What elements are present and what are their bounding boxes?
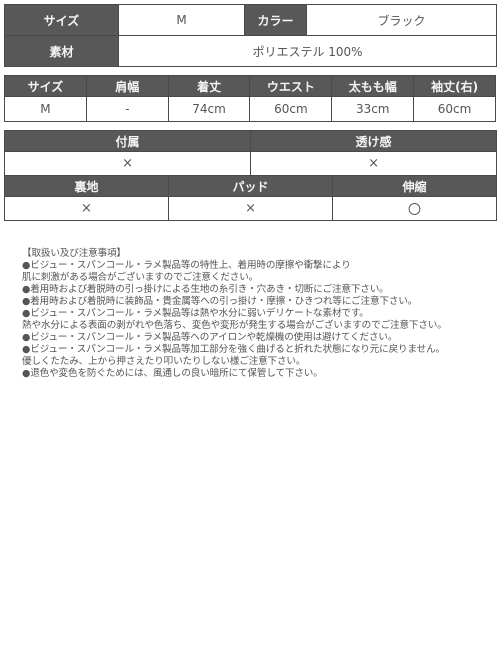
column-header-shoulder: 肩幅 <box>85 75 169 97</box>
care-note-line: ●ビジュー・スパンコール・ラメ製品等は熱や水分に弱いデリケートな素材です。 <box>22 308 369 319</box>
care-note-line: 優しくたたみ、上から押さえたり叩いたりしない様ご注意下さい。 <box>22 356 306 367</box>
column-header-sleeve: 袖丈(右) <box>413 75 496 97</box>
sheerness-label: 透け感 <box>250 130 498 152</box>
stretch-label: 伸縮 <box>332 175 498 197</box>
cell-shoulder: - <box>85 96 169 122</box>
accessories-value: × <box>3 151 252 176</box>
care-notes-title: 【取扱い及び注意事項】 <box>22 248 126 259</box>
padding-label: パッド <box>167 175 334 197</box>
material-label: 素材 <box>4 35 119 67</box>
care-note-line: ●退色や変色を防ぐためには、風通しの良い暗所にて保管して下さい。 <box>22 368 323 379</box>
size-color-row: サイズ M カラー ブラック <box>4 4 497 36</box>
material-row: 素材 ポリエステル 100% <box>4 35 497 67</box>
product-info-table: サイズ M カラー ブラック 素材 ポリエステル 100% <box>4 4 497 67</box>
care-note-line: ●ビジュー・スパンコール・ラメ製品等加工部分を強く曲げると折れた状態になり元に戻… <box>22 344 445 355</box>
lining-label: 裏地 <box>4 175 169 197</box>
features-table: 付属 透け感 × × 裏地 パッド 伸縮 × × 〇 <box>3 130 498 221</box>
care-note-line: ●ビジュー・スパンコール・ラメ製品等の特性上、着用時の摩擦や衝撃により <box>22 260 351 271</box>
cell-sleeve: 60cm <box>413 96 496 122</box>
column-header-thigh: 太もも幅 <box>331 75 415 97</box>
features-value-row-1: × × <box>3 151 498 176</box>
stretch-value: 〇 <box>332 196 498 221</box>
care-note-line: 熱や水分による表面の剥がれや色落ち、変色や変形が発生する場合がございますのでご注… <box>22 320 447 331</box>
care-note-line: 肌に刺激がある場合がございますのでご注意ください。 <box>22 272 259 283</box>
size-value: M <box>118 4 245 36</box>
cell-thigh: 33cm <box>331 96 415 122</box>
features-header-row-1: 付属 透け感 <box>3 130 498 152</box>
column-header-waist: ウエスト <box>249 75 333 97</box>
care-note-line: ●着用時および着脱時の引っ掛けによる生地の糸引き・穴あき・切断にご注意下さい。 <box>22 284 389 295</box>
size-chart-header-row: サイズ 肩幅 着丈 ウエスト 太もも幅 袖丈(右) <box>4 75 496 97</box>
size-chart-table: サイズ 肩幅 着丈 ウエスト 太もも幅 袖丈(右) M - 74cm 60cm … <box>4 75 496 122</box>
column-header-size: サイズ <box>4 75 87 97</box>
color-label: カラー <box>244 4 307 36</box>
features-value-row-2: × × 〇 <box>4 196 498 221</box>
cell-size: M <box>4 96 87 122</box>
care-notes: 【取扱い及び注意事項】 ●ビジュー・スパンコール・ラメ製品等の特性上、着用時の摩… <box>22 248 497 380</box>
cell-length: 74cm <box>167 96 251 122</box>
accessories-label: 付属 <box>3 130 252 152</box>
care-note-line: ●ビジュー・スパンコール・ラメ製品等へのアイロンや乾燥機の使用は避けてください。 <box>22 332 398 343</box>
column-header-length: 着丈 <box>167 75 251 97</box>
lining-value: × <box>4 196 169 221</box>
size-label: サイズ <box>4 4 119 36</box>
cell-waist: 60cm <box>249 96 333 122</box>
care-note-line: ●着用時および着脱時に装飾品・貴金属等への引っ掛け・摩擦・ひきつれ等にご注意下さ… <box>22 296 418 307</box>
table-row: M - 74cm 60cm 33cm 60cm <box>4 96 496 122</box>
padding-value: × <box>167 196 334 221</box>
sheerness-value: × <box>250 151 498 176</box>
color-value: ブラック <box>306 4 497 36</box>
features-header-row-2: 裏地 パッド 伸縮 <box>4 175 498 197</box>
material-value: ポリエステル 100% <box>118 35 497 67</box>
